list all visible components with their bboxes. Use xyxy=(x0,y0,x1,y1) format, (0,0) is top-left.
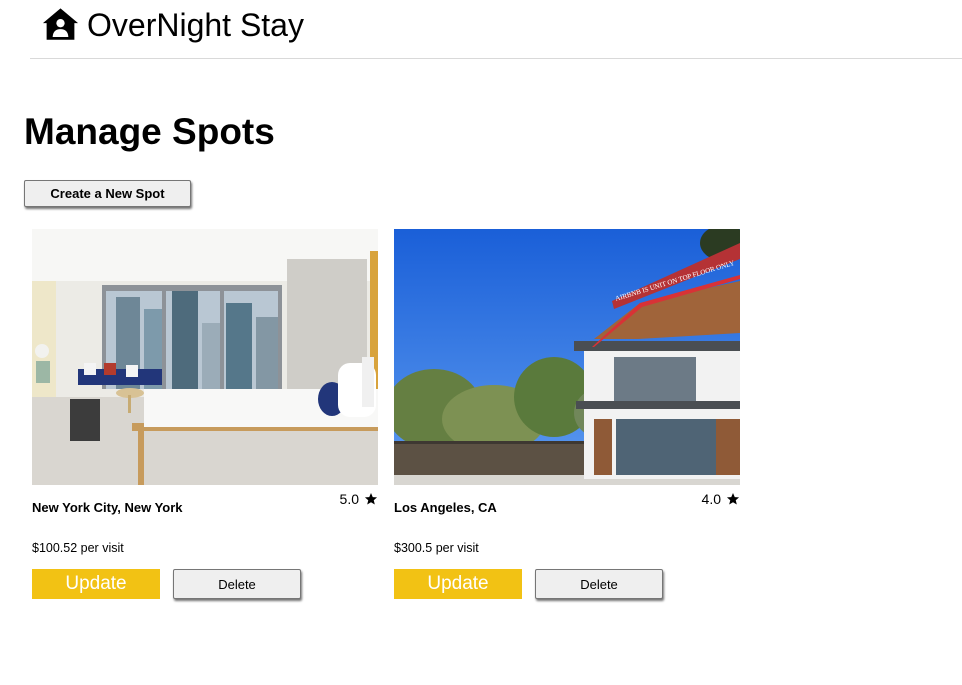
spot-price: $300.5 per visit xyxy=(394,541,479,555)
spot-image-house-exterior[interactable]: AIRBNB IS UNIT ON TOP FLOOR ONLY xyxy=(394,229,740,485)
delete-button[interactable]: Delete xyxy=(173,569,301,599)
spot-image-hotel-bedroom[interactable] xyxy=(32,229,378,485)
star-icon xyxy=(726,493,740,505)
spot-card[interactable]: AIRBNB IS UNIT ON TOP FLOOR ONLY 4.0 Los… xyxy=(394,229,740,604)
delete-button[interactable]: Delete xyxy=(535,569,663,599)
house-user-icon xyxy=(42,8,79,40)
rating-value: 4.0 xyxy=(701,491,721,507)
create-spot-button[interactable]: Create a New Spot xyxy=(24,180,191,207)
home-logo-link[interactable]: OverNight Stay xyxy=(42,6,304,44)
page-title: Manage Spots xyxy=(24,111,275,152)
top-header: OverNight Stay xyxy=(30,0,962,59)
spot-price: $100.52 per visit xyxy=(32,541,124,555)
spot-rating: 5.0 xyxy=(340,491,378,507)
brand-name: OverNight Stay xyxy=(87,7,304,43)
spot-card[interactable]: 5.0 New York City, New York $100.52 per … xyxy=(32,229,378,604)
spot-rating: 4.0 xyxy=(702,491,740,507)
update-button[interactable]: Update xyxy=(394,569,522,599)
star-icon xyxy=(364,493,378,505)
update-button[interactable]: Update xyxy=(32,569,160,599)
spot-location: Los Angeles, CA xyxy=(394,500,497,515)
spot-location: New York City, New York xyxy=(32,500,183,515)
rating-value: 5.0 xyxy=(339,491,359,507)
